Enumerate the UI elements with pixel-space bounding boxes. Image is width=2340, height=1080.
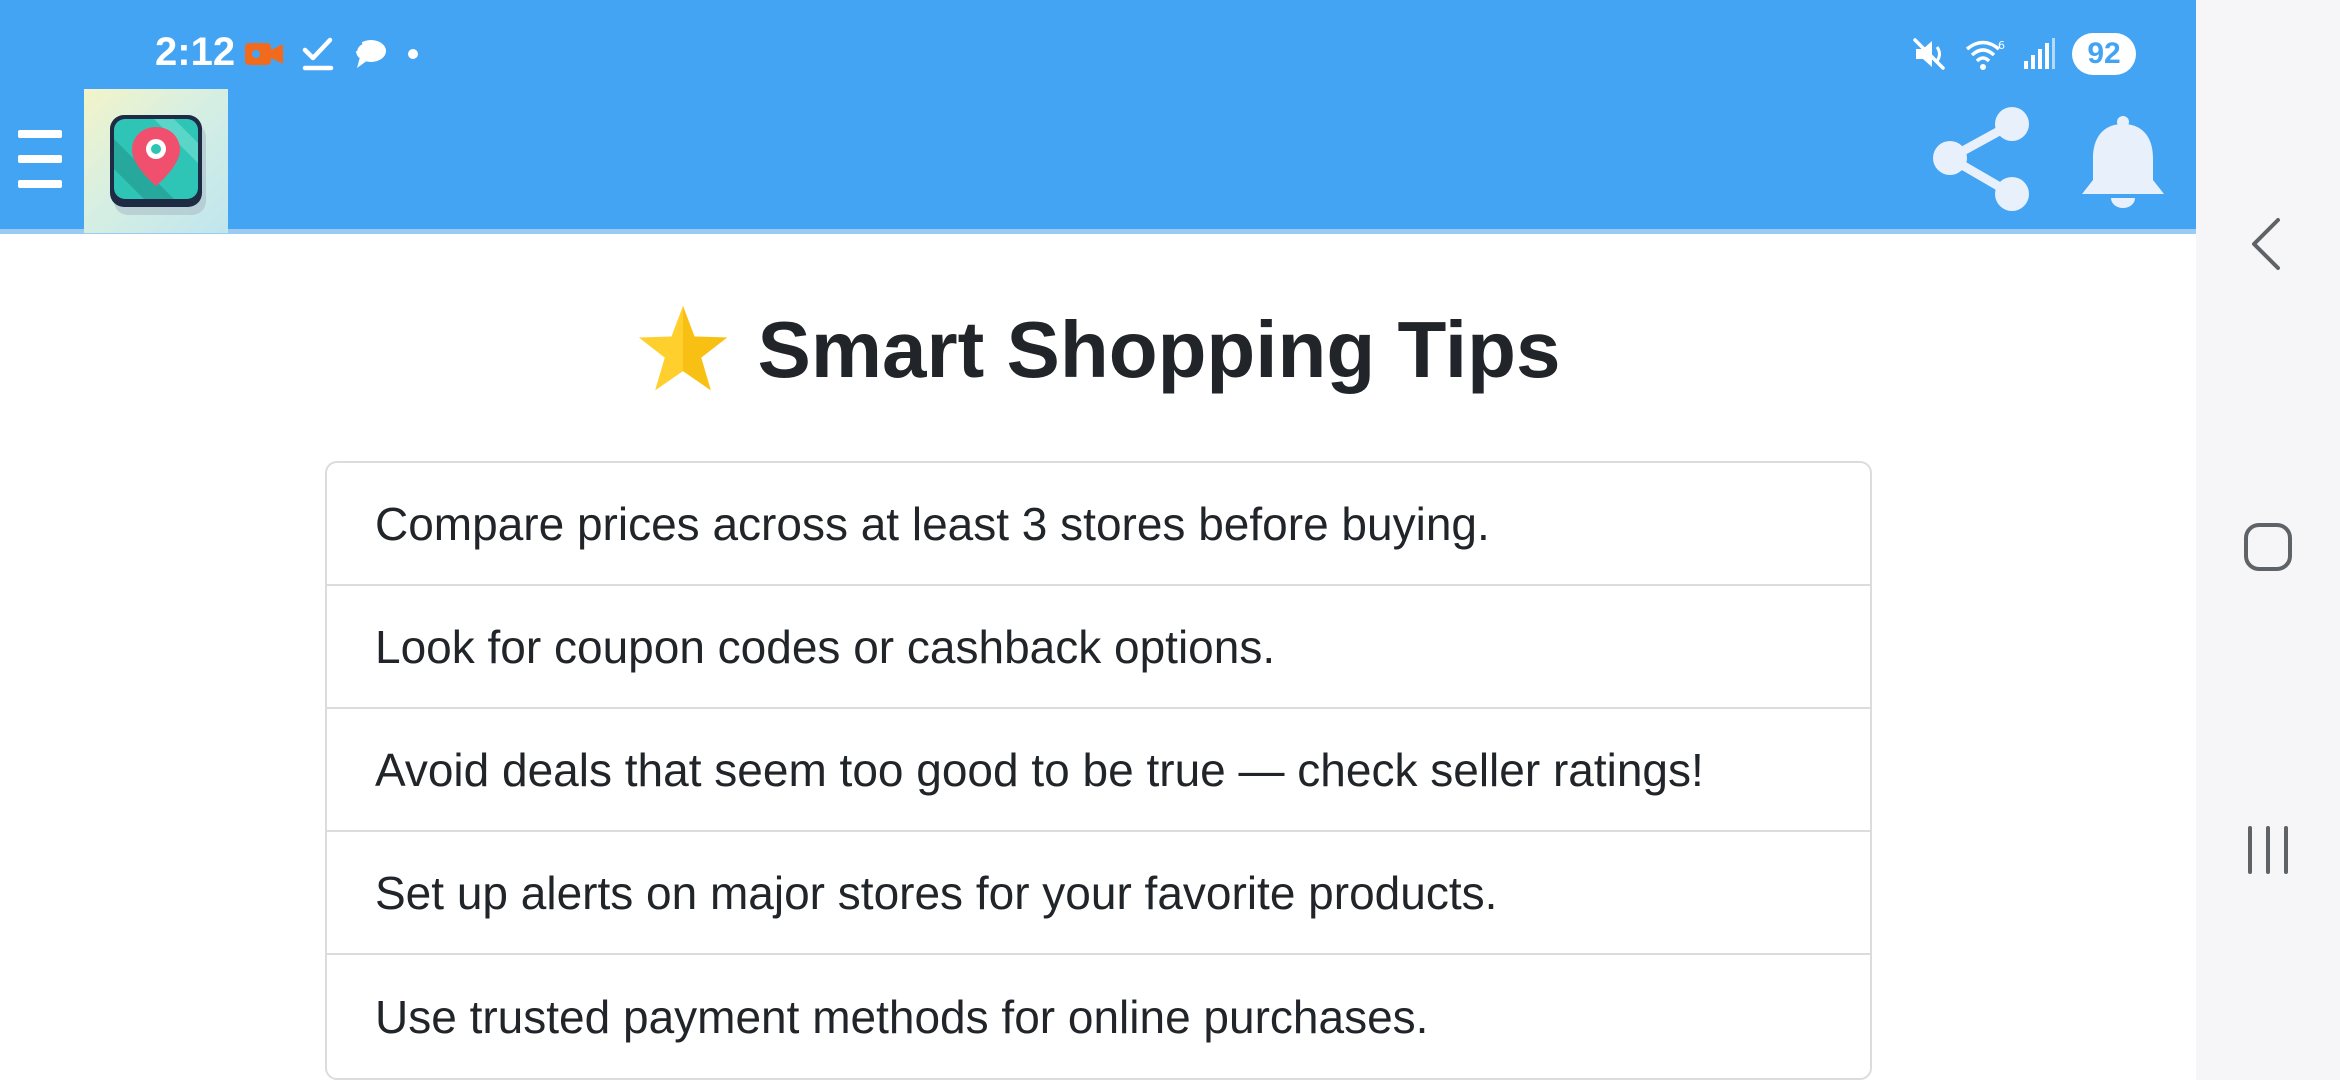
back-button[interactable] [2238,212,2298,276]
tip-item: Avoid deals that seem too good to be tru… [327,709,1870,832]
star-icon [639,305,728,391]
home-button[interactable] [2238,517,2298,577]
dot-icon [408,49,418,59]
recents-icon [2248,826,2288,874]
share-button[interactable] [1928,104,2034,216]
svg-text:6: 6 [1998,39,2005,52]
recents-button[interactable] [2238,820,2298,880]
home-icon [2244,523,2292,571]
app-screen: 2:12 6 92 Smart Shopping Tips Compare pr… [0,0,2196,1080]
tip-item: Look for coupon codes or cashback option… [327,586,1870,709]
tip-item: Compare prices across at least 3 stores … [327,463,1870,586]
wifi-icon: 6 [1965,39,2005,70]
page-title-text: Smart Shopping Tips [757,305,1561,394]
status-time: 2:12 [155,30,236,74]
chat-bubble-icon [354,40,386,68]
battery-indicator: 92 [2072,33,2136,75]
tip-item: Set up alerts on major stores for your f… [327,832,1870,955]
back-icon [2252,218,2280,270]
tip-item: Use trusted payment methods for online p… [375,990,1429,1043]
menu-icon [18,130,62,138]
notifications-button[interactable] [2078,112,2168,212]
mute-icon [1913,38,1945,70]
app-logo-map-pin-icon [110,115,206,215]
status-icons-right: 6 92 [1912,30,2136,78]
system-nav-bar [2196,0,2340,1080]
signal-icon [2024,38,2055,69]
top-bar: 2:12 6 92 [0,0,2196,234]
menu-button[interactable] [18,130,66,188]
video-record-icon [245,43,283,65]
app-logo[interactable] [84,89,228,233]
bell-icon [2082,116,2164,208]
task-check-icon [302,37,334,71]
page-title: Smart Shopping Tips [0,300,2196,400]
status-icons-left [244,30,420,78]
share-icon [1933,107,2029,211]
tips-list: Compare prices across at least 3 stores … [325,461,1872,1080]
